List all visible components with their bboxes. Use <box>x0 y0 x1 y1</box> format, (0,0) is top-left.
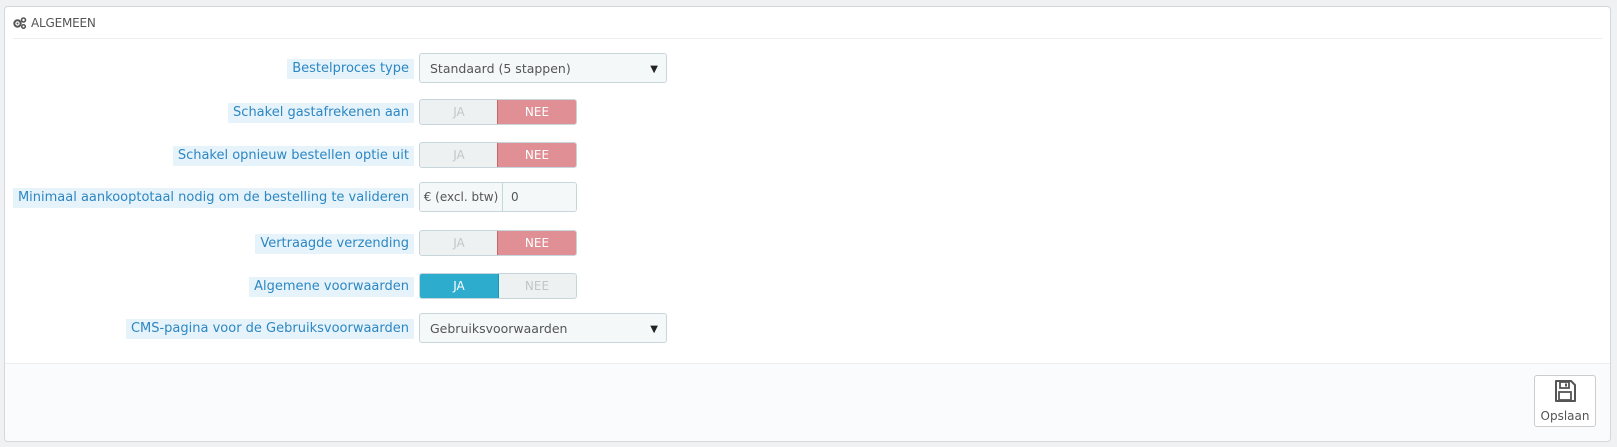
currency-addon: € (excl. btw) <box>420 183 503 211</box>
terms-yes[interactable]: JA <box>420 274 499 298</box>
panel-footer: Opslaan <box>5 363 1610 441</box>
row-guest-checkout: Schakel gastafrekenen aan JA NEE <box>5 97 1610 127</box>
min-purchase-input[interactable]: 0 <box>503 183 576 211</box>
checkout-type-value: Standaard (5 stappen) <box>430 60 571 76</box>
save-button[interactable]: Opslaan <box>1534 375 1596 427</box>
caret-down-icon: ▼ <box>650 324 658 335</box>
panel-heading: ALGEMEEN <box>13 7 1602 39</box>
cms-page-select[interactable]: Gebruiksvoorwaarden ▼ <box>419 313 667 343</box>
delayed-shipping-no[interactable]: NEE <box>497 231 576 255</box>
reorder-option-label: Schakel opnieuw bestellen optie uit <box>172 146 414 166</box>
row-terms: Algemene voorwaarden JA NEE <box>5 271 1610 301</box>
delayed-shipping-switch[interactable]: JA NEE <box>419 230 577 256</box>
cms-page-label: CMS-pagina voor de Gebruiksvoorwaarden <box>125 319 414 339</box>
settings-panel: ALGEMEEN Bestelproces type Standaard (5 … <box>4 6 1611 442</box>
caret-down-icon: ▼ <box>650 64 658 75</box>
row-delayed-shipping: Vertraagde verzending JA NEE <box>5 228 1610 258</box>
cogs-icon <box>13 16 27 29</box>
row-reorder-option: Schakel opnieuw bestellen optie uit JA N… <box>5 140 1610 170</box>
panel-title: ALGEMEEN <box>31 15 96 30</box>
row-cms-page: CMS-pagina voor de Gebruiksvoorwaarden G… <box>5 313 1610 343</box>
terms-no[interactable]: NEE <box>498 274 576 298</box>
guest-checkout-yes[interactable]: JA <box>420 100 498 124</box>
guest-checkout-no[interactable]: NEE <box>497 100 576 124</box>
delayed-shipping-label: Vertraagde verzending <box>255 234 414 254</box>
row-checkout-type: Bestelproces type Standaard (5 stappen) … <box>5 53 1610 83</box>
save-label: Opslaan <box>1540 409 1590 423</box>
guest-checkout-switch[interactable]: JA NEE <box>419 99 577 125</box>
row-min-purchase: Minimaal aankooptotaal nodig om de beste… <box>5 182 1610 212</box>
save-icon <box>1553 379 1577 409</box>
checkout-type-select[interactable]: Standaard (5 stappen) ▼ <box>419 53 667 83</box>
delayed-shipping-yes[interactable]: JA <box>420 231 498 255</box>
reorder-option-no[interactable]: NEE <box>497 143 576 167</box>
min-purchase-input-group: € (excl. btw) 0 <box>419 182 577 212</box>
reorder-option-switch[interactable]: JA NEE <box>419 142 577 168</box>
terms-switch[interactable]: JA NEE <box>419 273 577 299</box>
reorder-option-yes[interactable]: JA <box>420 143 498 167</box>
checkout-type-label: Bestelproces type <box>287 59 414 79</box>
min-purchase-label: Minimaal aankooptotaal nodig om de beste… <box>12 188 414 208</box>
cms-page-value: Gebruiksvoorwaarden <box>430 320 568 336</box>
guest-checkout-label: Schakel gastafrekenen aan <box>228 103 414 123</box>
terms-label: Algemene voorwaarden <box>249 277 414 297</box>
